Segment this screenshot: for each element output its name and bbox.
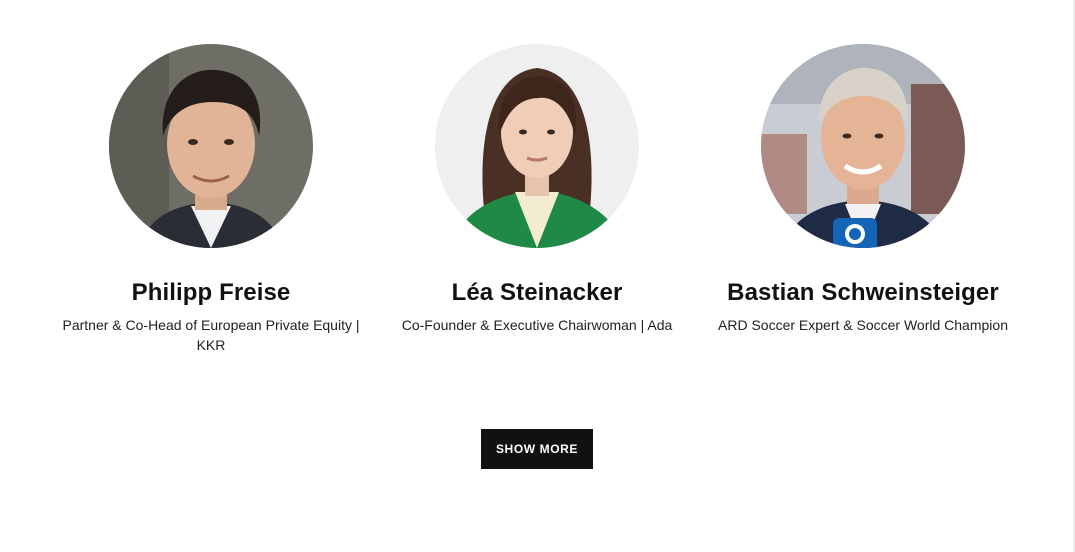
speaker-name[interactable]: Léa Steinacker — [374, 278, 700, 308]
speaker-card[interactable]: Léa Steinacker Co-Founder & Executive Ch… — [374, 44, 700, 335]
speaker-card[interactable]: Bastian Schweinsteiger ARD Soccer Expert… — [700, 44, 1026, 335]
speaker-photo[interactable] — [109, 44, 313, 248]
speaker-photo[interactable] — [435, 44, 639, 248]
portrait-man-microphone-image — [761, 44, 965, 248]
show-more-button[interactable]: SHOW MORE — [481, 429, 593, 469]
speaker-photo[interactable] — [761, 44, 965, 248]
speaker-name[interactable]: Bastian Schweinsteiger — [700, 278, 1026, 308]
portrait-man-suit-image — [109, 44, 313, 248]
speaker-name[interactable]: Philipp Freise — [48, 278, 374, 308]
portrait-woman-green-blazer-image — [435, 44, 639, 248]
speaker-role: ARD Soccer Expert & Soccer World Champio… — [718, 317, 1008, 333]
speaker-role: Partner & Co-Head of European Private Eq… — [62, 317, 360, 353]
speaker-card[interactable]: Philipp Freise Partner & Co-Head of Euro… — [48, 44, 374, 355]
speaker-role: Co-Founder & Executive Chairwoman | Ada — [401, 317, 673, 333]
speakers-section: Philipp Freise Partner & Co-Head of Euro… — [0, 0, 1075, 552]
